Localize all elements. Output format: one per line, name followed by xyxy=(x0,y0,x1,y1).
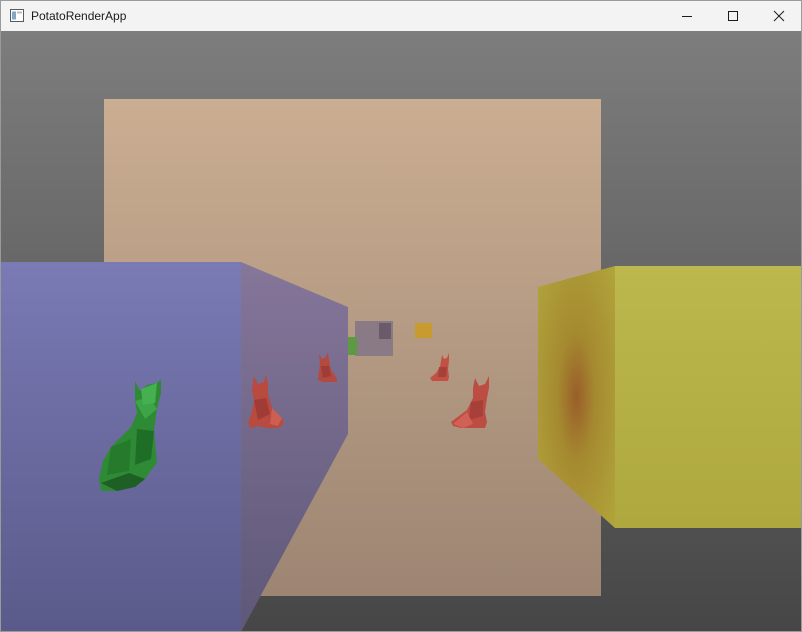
distant-orange-box xyxy=(415,323,432,338)
render-viewport[interactable] xyxy=(1,31,801,631)
app-window-icon xyxy=(10,9,24,22)
distant-green-box xyxy=(348,337,357,355)
minimize-button[interactable] xyxy=(664,1,710,31)
title-bar[interactable]: PotatoRenderApp xyxy=(1,1,801,31)
maximize-icon xyxy=(728,11,738,21)
render-canvas xyxy=(1,31,801,631)
app-window: PotatoRenderApp xyxy=(0,0,802,632)
maximize-button[interactable] xyxy=(710,1,756,31)
distant-dark-box xyxy=(379,323,391,339)
close-icon xyxy=(773,10,785,22)
minimize-icon xyxy=(682,16,692,17)
window-title: PotatoRenderApp xyxy=(31,9,127,23)
yellow-box-front xyxy=(615,266,801,528)
close-button[interactable] xyxy=(756,1,801,31)
